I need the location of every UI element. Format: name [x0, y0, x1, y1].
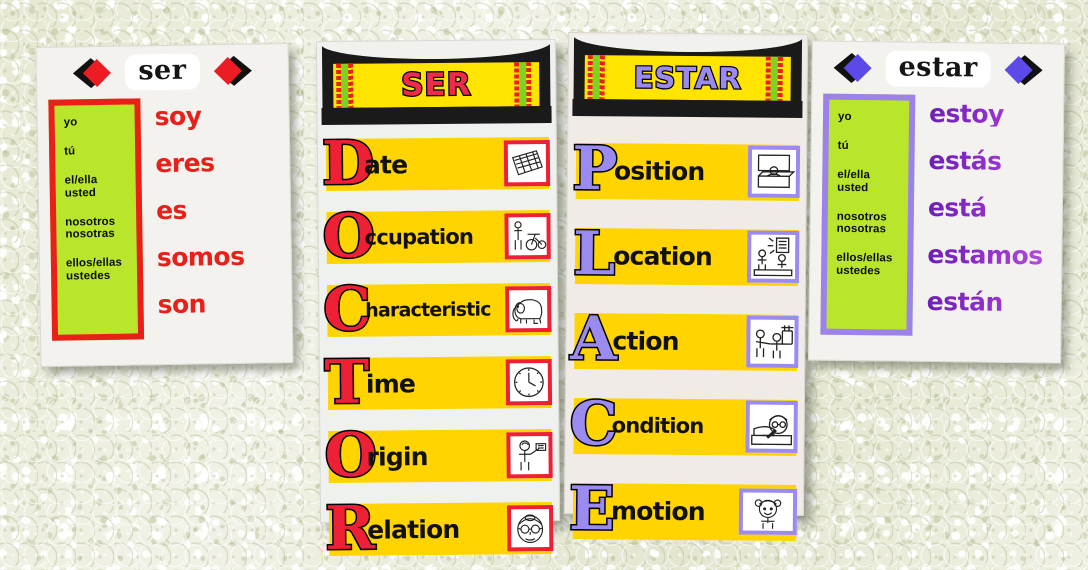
pronoun-cell: nosotros nosotras: [836, 210, 887, 236]
acronym-letter: C: [321, 273, 372, 346]
acronym-word: rigin: [366, 441, 428, 472]
acronym-row: O ccupation: [318, 200, 557, 274]
happy-girl-icon: [738, 488, 798, 535]
verb-form: está: [928, 193, 1050, 223]
estar-banner: ESTAR: [573, 37, 803, 118]
person-holding-flag-icon: [506, 432, 553, 479]
acronym-letter: A: [569, 303, 619, 376]
diamond-left-arrow-icon: [65, 56, 112, 91]
poster-estar-conjugation: estar yo tú el/ella usted nosotros nosot…: [808, 40, 1065, 364]
ser-banner: SER: [321, 44, 551, 125]
acronym-letter: O: [321, 200, 377, 273]
estar-conjugation-table: yo tú el/ella usted nosotros nosotras el…: [809, 93, 1063, 337]
diamond-right-arrow-icon: [213, 53, 260, 88]
acronym-row: C ondition: [565, 384, 804, 468]
pronoun-cell: tú: [837, 139, 849, 152]
verb-form: son: [157, 289, 207, 320]
doctor-acronym-rows: D ate O ccupation C haracteristic T ime …: [318, 122, 560, 566]
ser-conjugation-table: yo tú el/ella usted nosotros nosotras el…: [37, 96, 292, 341]
acronym-row: L ocation: [567, 214, 806, 298]
verb-form: están: [927, 287, 1049, 317]
acronym-word: ondition: [611, 412, 704, 438]
person-at-desk-icon: [747, 145, 801, 198]
acronym-word: ocation: [613, 240, 713, 271]
poster-ser-doctor: SER D ate O ccupation C haracteristic T …: [315, 38, 561, 566]
page-title: ser: [125, 53, 200, 91]
banner-title: ESTAR: [632, 59, 743, 96]
diamond-left-arrow-icon: [825, 51, 872, 86]
acronym-letter: L: [571, 218, 617, 291]
ser-poster-header: ser: [37, 44, 289, 100]
acronym-letter: P: [571, 133, 620, 206]
acronym-word: ime: [365, 368, 416, 399]
acronym-word: ction: [612, 325, 679, 356]
children-playing-icon: [746, 315, 799, 368]
acronym-row: A ction: [566, 299, 805, 383]
estar-verb-form-column: estoy estás está estamos están: [912, 95, 1051, 338]
pronoun-cell: tú: [64, 145, 76, 158]
banner-title: SER: [400, 65, 473, 104]
verb-form: es: [155, 195, 188, 226]
verb-form: estoy: [929, 99, 1051, 129]
diamond-right-arrow-icon: [1004, 53, 1050, 88]
acronym-word: ccupation: [364, 224, 474, 250]
acronym-row: T ime: [320, 347, 559, 420]
stripe-decoration-right: [765, 56, 788, 101]
pronoun-cell: yo: [63, 116, 78, 129]
acronym-word: ate: [363, 149, 408, 180]
acronym-word: osition: [613, 155, 705, 186]
elephant-icon: [505, 286, 552, 333]
poster-estar-place: ESTAR P osition L ocation A ction C ondi…: [563, 31, 809, 546]
calendar-icon: [503, 140, 551, 187]
acronym-row: C haracteristic: [319, 273, 558, 347]
estar-poster-header: estar: [812, 41, 1064, 96]
grandmother-face-icon: [506, 505, 554, 552]
acronym-letter: C: [568, 388, 619, 461]
pronoun-cell: ellos/ellas ustedes: [65, 256, 123, 283]
pronoun-cell: ellos/ellas ustedes: [836, 252, 893, 278]
stripe-decoration-left: [587, 55, 610, 100]
estar-banner-inner: ESTAR: [584, 55, 791, 101]
verb-form: soy: [154, 101, 202, 132]
verb-form: estás: [928, 146, 1050, 176]
pronoun-cell: nosotros nosotras: [65, 215, 116, 241]
pronoun-cell: el/ella usted: [64, 173, 98, 200]
stripe-decoration-left: [336, 63, 358, 108]
poster-ser-conjugation: ser yo tú el/ella usted nosotros nosotra…: [35, 43, 294, 367]
acronym-row: D ate: [318, 127, 557, 201]
ser-banner-inner: SER: [333, 62, 540, 108]
place-acronym-rows: P osition L ocation A ction C ondition E…: [565, 115, 807, 553]
pronoun-cell: yo: [837, 110, 852, 123]
acronym-word: motion: [610, 495, 705, 526]
verb-form: somos: [156, 241, 245, 273]
ser-pronoun-column: yo tú el/ella usted nosotros nosotras el…: [48, 98, 145, 341]
ser-verb-form-column: soy eres es somos son: [140, 96, 280, 339]
acronym-row: P osition: [568, 129, 807, 213]
sick-person-in-bed-icon: [745, 400, 798, 453]
estar-pronoun-column: yo tú el/ella usted nosotros nosotras el…: [820, 93, 916, 336]
acronym-row: O rigin: [320, 419, 559, 493]
mechanic-motorcycle-icon: [504, 213, 551, 260]
acronym-row: E motion: [565, 469, 804, 553]
acronym-letter: R: [323, 492, 376, 565]
people-by-door-icon: [746, 230, 800, 283]
verb-form: eres: [155, 148, 215, 179]
acronym-letter: D: [320, 127, 376, 200]
clock-icon: [505, 359, 553, 406]
acronym-letter: O: [323, 419, 379, 492]
acronym-letter: E: [567, 473, 616, 546]
acronym-row: R elation: [321, 492, 560, 566]
page-title: estar: [885, 50, 991, 88]
pronoun-cell: el/ella usted: [837, 168, 871, 194]
acronym-word: elation: [367, 514, 460, 545]
acronym-letter: T: [323, 347, 371, 420]
verb-form: estamos: [927, 240, 1049, 270]
stripe-decoration-right: [514, 62, 536, 107]
acronym-word: haracteristic: [365, 298, 491, 322]
